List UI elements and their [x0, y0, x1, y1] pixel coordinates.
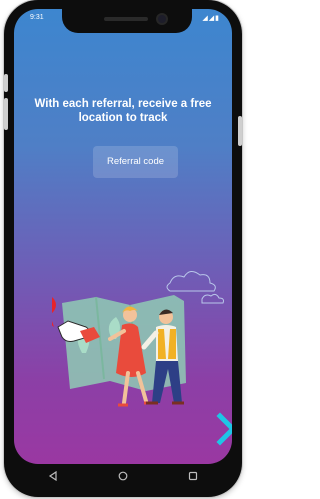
phone-notch	[62, 9, 192, 33]
cloud-outline	[166, 271, 216, 292]
status-time: 9:31	[30, 14, 44, 21]
status-icons: ◢◢▮	[202, 15, 220, 22]
speaker-grille	[104, 17, 148, 21]
pin-bubble	[52, 296, 56, 314]
phone-side-button	[238, 116, 242, 146]
phone-side-button	[4, 74, 8, 92]
referral-illustration: P	[52, 271, 224, 407]
back-triangle-icon[interactable]	[44, 467, 62, 485]
system-nav-bar	[18, 464, 228, 488]
app-screen: 9:31 ◢◢▮ With each referral, receive a f…	[14, 9, 232, 464]
front-camera	[158, 15, 166, 23]
page-headline: With each referral, receive a free locat…	[34, 98, 212, 124]
cloud-outline	[201, 293, 224, 304]
pin-bubble-tail	[52, 321, 54, 327]
next-arrow-icon[interactable]	[216, 412, 232, 446]
home-circle-icon[interactable]	[114, 467, 132, 485]
recents-square-icon[interactable]	[184, 467, 202, 485]
phone-side-button	[4, 98, 8, 130]
phone-frame: 9:31 ◢◢▮ With each referral, receive a f…	[4, 0, 242, 497]
referral-code-button[interactable]: Referral code	[93, 146, 178, 178]
